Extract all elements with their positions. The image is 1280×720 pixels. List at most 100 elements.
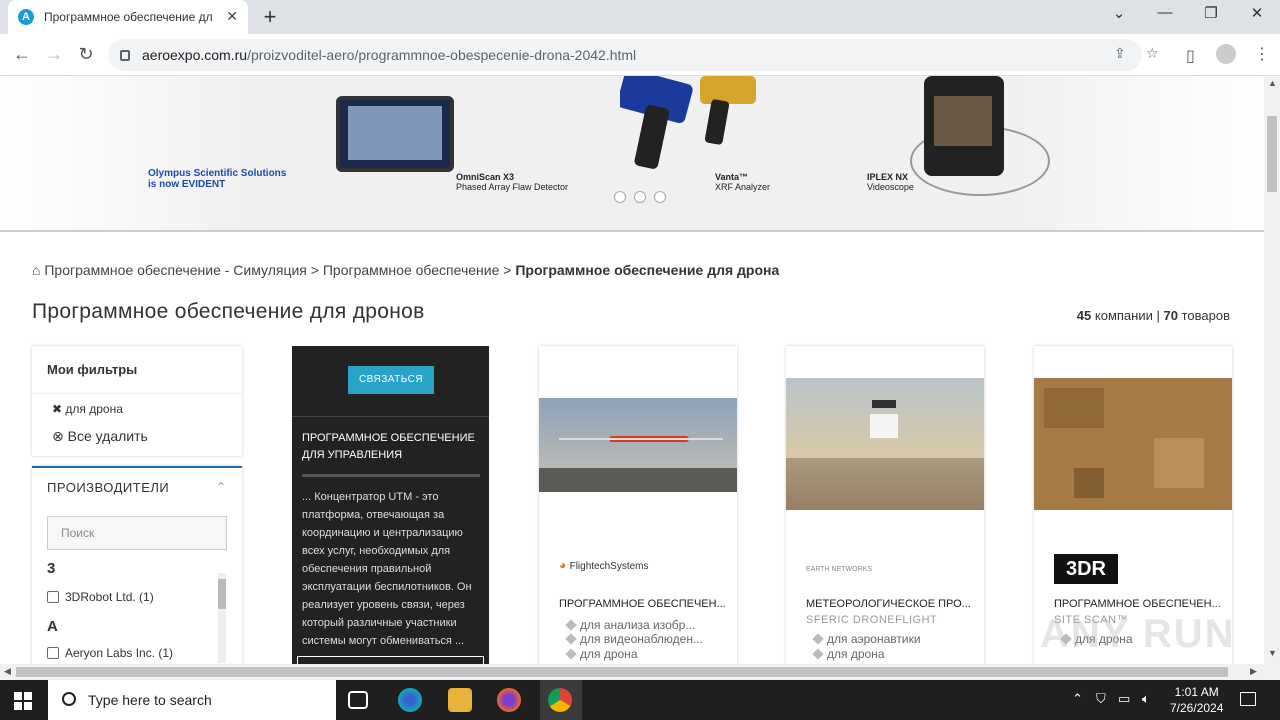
card-title[interactable]: МЕТЕОРОЛОГИЧЕСКОЕ ПРО... xyxy=(806,598,971,610)
card-title[interactable]: ПРОГРАММНОЕ ОБЕСПЕЧЕНИЕ ДЛЯ УПРАВЛЕНИЯ xyxy=(302,430,482,464)
taskbar-search-input[interactable]: Type here to search xyxy=(48,680,336,720)
checkbox[interactable] xyxy=(47,647,59,659)
filters-title: Мои фильтры xyxy=(32,346,242,394)
manufacturers-title[interactable]: ПРОИЗВОДИТЕЛИ xyxy=(47,480,169,495)
banner-product-3: IPLEX NX Videoscope xyxy=(867,172,914,192)
checkbox[interactable] xyxy=(47,591,59,603)
banner-product-1: OmniScan X3 Phased Array Flaw Detector xyxy=(456,172,569,192)
watermark: ANY RUN xyxy=(1040,612,1236,656)
letter-heading: A xyxy=(47,618,58,635)
scroll-thumb[interactable] xyxy=(16,667,1228,677)
network-icon[interactable]: ▭ xyxy=(1118,691,1130,707)
tag[interactable]: для дрона xyxy=(814,647,885,661)
page-title: Программное обеспечение для дронов xyxy=(32,300,425,323)
tab-title: Программное обеспечение дл xyxy=(44,10,213,24)
card-subtitle: SFERIC DRONEFLIGHT xyxy=(806,614,938,626)
reload-icon[interactable]: ↻ xyxy=(74,44,98,65)
card-footer-button[interactable] xyxy=(297,656,484,664)
brand-logo[interactable]: EARTH NETWORKS xyxy=(806,566,872,573)
firefox-icon[interactable] xyxy=(497,688,521,712)
bookmark-star-icon[interactable]: ☆ xyxy=(1146,45,1159,62)
tag[interactable]: для аэронавтики xyxy=(814,632,921,646)
share-icon[interactable]: ⇪ xyxy=(1114,45,1126,62)
tab-search-icon[interactable]: ⌄ xyxy=(1104,4,1134,22)
scroll-left-icon[interactable]: ◀ xyxy=(4,666,11,677)
side-panel-icon[interactable]: ▯ xyxy=(1186,46,1195,66)
profile-avatar-icon[interactable] xyxy=(1216,44,1236,64)
brand-logo[interactable]: 3DR xyxy=(1054,554,1118,584)
tray-chevron-icon[interactable]: ⌃ xyxy=(1072,691,1083,707)
banner-brand: Olympus Scientific Solutions is now EVID… xyxy=(148,168,287,190)
breadcrumb: ⌂ Программное обеспечение - Симуляция > … xyxy=(32,262,780,278)
menu-dots-icon[interactable]: ⋮ xyxy=(1254,44,1270,64)
scroll-right-icon[interactable]: ▶ xyxy=(1250,666,1257,677)
list-scrollbar[interactable] xyxy=(218,573,226,663)
favicon-icon: A xyxy=(18,9,34,25)
brand-logo[interactable]: ◕ FlightechSystems xyxy=(559,558,649,572)
remove-all-button[interactable]: ⊗ Все удалить xyxy=(52,428,148,445)
card-title[interactable]: ПРОГРАММНОЕ ОБЕСПЕЧЕН... xyxy=(1054,598,1221,610)
contact-button[interactable]: СВЯЗАТЬСЯ xyxy=(348,366,434,394)
card-divider xyxy=(292,416,489,417)
file-explorer-icon[interactable] xyxy=(448,688,472,712)
tag[interactable]: для дрона xyxy=(567,647,638,661)
browser-window: A Программное обеспечение дл ✕ + ⌄ — ❐ ✕… xyxy=(0,0,1280,720)
forward-icon[interactable]: → xyxy=(42,44,66,65)
results-count: 45 компании | 70 товаров xyxy=(1076,308,1230,323)
product-card[interactable]: EARTH NETWORKS МЕТЕОРОЛОГИЧЕСКОЕ ПРО... … xyxy=(786,346,984,664)
card-title[interactable]: ПРОГРАММНОЕ ОБЕСПЕЧЕН... xyxy=(559,598,726,610)
task-view-icon[interactable] xyxy=(348,691,368,709)
card-bar xyxy=(302,474,480,477)
carousel-dot-2[interactable] xyxy=(634,191,646,203)
tab-strip: A Программное обеспечение дл ✕ + ⌄ — ❐ ✕ xyxy=(0,0,1280,34)
tag[interactable]: для анализа изобр... xyxy=(567,618,695,632)
product-image[interactable] xyxy=(539,398,737,492)
omniscan-device-image xyxy=(336,96,454,172)
breadcrumb-item[interactable]: Программное обеспечение xyxy=(323,262,500,278)
back-icon[interactable]: ← xyxy=(10,44,34,65)
product-image[interactable] xyxy=(786,378,984,510)
featured-product-card[interactable]: СВЯЗАТЬСЯ ПРОГРАММНОЕ ОБЕСПЕЧЕНИЕ ДЛЯ УП… xyxy=(292,346,489,664)
lock-icon[interactable] xyxy=(120,49,130,61)
carousel-dot-3[interactable] xyxy=(654,191,666,203)
close-tab-icon[interactable]: ✕ xyxy=(226,8,238,25)
scroll-up-icon[interactable]: ▲ xyxy=(1268,78,1277,88)
remove-filter-icon[interactable]: ✖ xyxy=(52,402,62,416)
search-icon xyxy=(62,692,76,706)
windows-start-icon[interactable] xyxy=(14,692,32,710)
vanta-device-image xyxy=(620,76,756,169)
collapse-icon[interactable]: ⌃ xyxy=(216,480,226,494)
url-text[interactable]: aeroexpo.com.ru/proizvoditel-aero/progra… xyxy=(142,47,636,63)
tag[interactable]: для видеонаблюден... xyxy=(567,632,703,646)
restore-icon[interactable]: ❐ xyxy=(1196,4,1226,22)
active-filter[interactable]: ✖ для дрона xyxy=(52,402,123,416)
vertical-scrollbar[interactable]: ▲ ▼ xyxy=(1264,76,1280,664)
scroll-down-icon[interactable]: ▼ xyxy=(1268,648,1277,658)
taskbar-clock[interactable]: 1:01 AM 7/26/2024 xyxy=(1170,684,1223,716)
horizontal-scrollbar[interactable]: ◀ ▶ xyxy=(0,664,1280,680)
address-bar[interactable]: aeroexpo.com.ru/proizvoditel-aero/progra… xyxy=(108,39,1159,71)
breadcrumb-item[interactable]: Программное обеспечение - Симуляция xyxy=(44,262,307,278)
close-window-icon[interactable]: ✕ xyxy=(1242,4,1272,22)
carousel-dot-1[interactable] xyxy=(614,191,626,203)
volume-icon[interactable]: 🔈︎ xyxy=(1142,691,1150,707)
home-icon[interactable]: ⌂ xyxy=(32,262,40,278)
manufacturer-search-input[interactable]: Поиск xyxy=(47,516,227,550)
product-image[interactable] xyxy=(1034,378,1232,510)
manufacturer-checkbox[interactable]: Aeryon Labs Inc. (1) xyxy=(47,646,173,660)
ad-banner[interactable]: Olympus Scientific Solutions is now EVID… xyxy=(0,76,1264,231)
minimize-icon[interactable]: — xyxy=(1150,4,1180,21)
browser-tab[interactable]: A Программное обеспечение дл ✕ xyxy=(8,0,248,34)
banner-product-2: Vanta™ XRF Analyzer xyxy=(715,172,771,192)
edge-icon[interactable] xyxy=(398,688,422,712)
breadcrumb-current: Программное обеспечение для дрона xyxy=(515,262,780,278)
product-card[interactable]: ◕ FlightechSystems ПРОГРАММНОЕ ОБЕСПЕЧЕН… xyxy=(539,346,737,664)
manufacturer-checkbox[interactable]: 3DRobot Ltd. (1) xyxy=(47,590,154,604)
new-tab-icon[interactable]: + xyxy=(258,4,282,30)
security-icon[interactable]: ⛉ xyxy=(1096,691,1106,707)
notification-icon[interactable] xyxy=(1240,692,1256,706)
iplex-device-image xyxy=(924,76,1004,176)
scroll-thumb[interactable] xyxy=(1267,116,1277,192)
chrome-icon[interactable] xyxy=(548,688,572,712)
taskbar: Type here to search ⌃ ⛉ ▭ 🔈︎ 1:01 AM 7/2… xyxy=(0,680,1280,720)
